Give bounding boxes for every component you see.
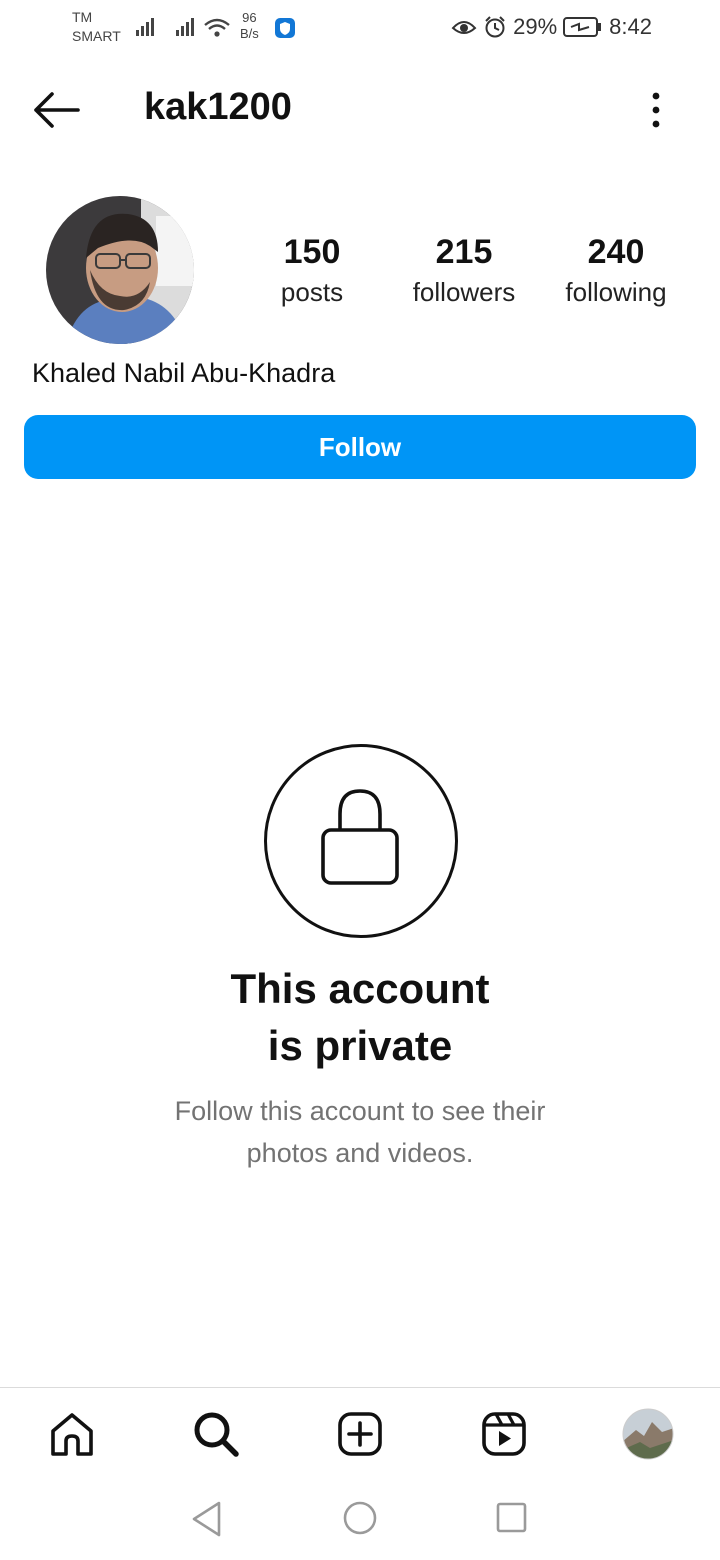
- own-profile-avatar: [622, 1408, 674, 1460]
- nav-create[interactable]: [334, 1408, 386, 1460]
- system-home-icon[interactable]: [342, 1500, 378, 1536]
- lock-icon: [321, 789, 399, 885]
- reels-icon: [482, 1412, 526, 1456]
- nav-reels[interactable]: [478, 1408, 530, 1460]
- more-options-icon[interactable]: [644, 90, 668, 132]
- following-count: 240: [587, 233, 645, 271]
- following-label: following: [565, 277, 667, 307]
- system-navigation: [0, 1482, 720, 1560]
- carrier-label: TM SMART: [72, 9, 121, 44]
- system-back-icon[interactable]: [190, 1500, 224, 1538]
- search-icon: [194, 1412, 239, 1457]
- back-arrow-icon[interactable]: [30, 88, 82, 132]
- avatar-photo: [46, 196, 194, 344]
- signal-icon: [136, 18, 154, 36]
- posts-label: posts: [280, 277, 344, 307]
- nav-profile[interactable]: [622, 1408, 674, 1460]
- alarm-icon: [485, 16, 505, 38]
- followers-label: followers: [412, 277, 516, 307]
- add-post-icon: [338, 1412, 382, 1456]
- followers-count: 215: [435, 233, 493, 271]
- posts-stat[interactable]: 150 posts: [237, 232, 387, 312]
- wifi-icon: [204, 18, 230, 37]
- battery-charging-icon: [563, 17, 602, 37]
- private-title: This account is private: [230, 965, 490, 1069]
- battery-percent: 29%: [513, 14, 558, 39]
- status-right: 29% 8:42: [451, 14, 652, 40]
- full-name: Khaled Nabil Abu-Khadra: [32, 358, 336, 388]
- eye-comfort-icon: [451, 21, 477, 34]
- profile-username: kak1200: [144, 86, 292, 128]
- shield-app-icon: [275, 18, 295, 38]
- following-stat[interactable]: 240 following: [541, 232, 691, 312]
- followers-stat[interactable]: 215 followers: [389, 232, 539, 312]
- bottom-nav: [0, 1387, 720, 1482]
- system-recents-icon[interactable]: [496, 1502, 528, 1534]
- private-subtitle: Follow this account to see their photos …: [174, 1096, 546, 1168]
- profile-avatar[interactable]: [46, 196, 194, 344]
- posts-count: 150: [283, 233, 341, 271]
- nav-search[interactable]: [190, 1408, 242, 1460]
- network-speed: 96 B/s: [240, 10, 259, 41]
- nav-home[interactable]: [46, 1408, 98, 1460]
- signal-icon: [176, 18, 194, 36]
- follow-button[interactable]: Follow: [24, 415, 696, 479]
- home-icon: [51, 1413, 93, 1456]
- status-bar: TM SMART 96 B/s 29% 8:42: [0, 0, 720, 56]
- clock: 8:42: [609, 14, 652, 39]
